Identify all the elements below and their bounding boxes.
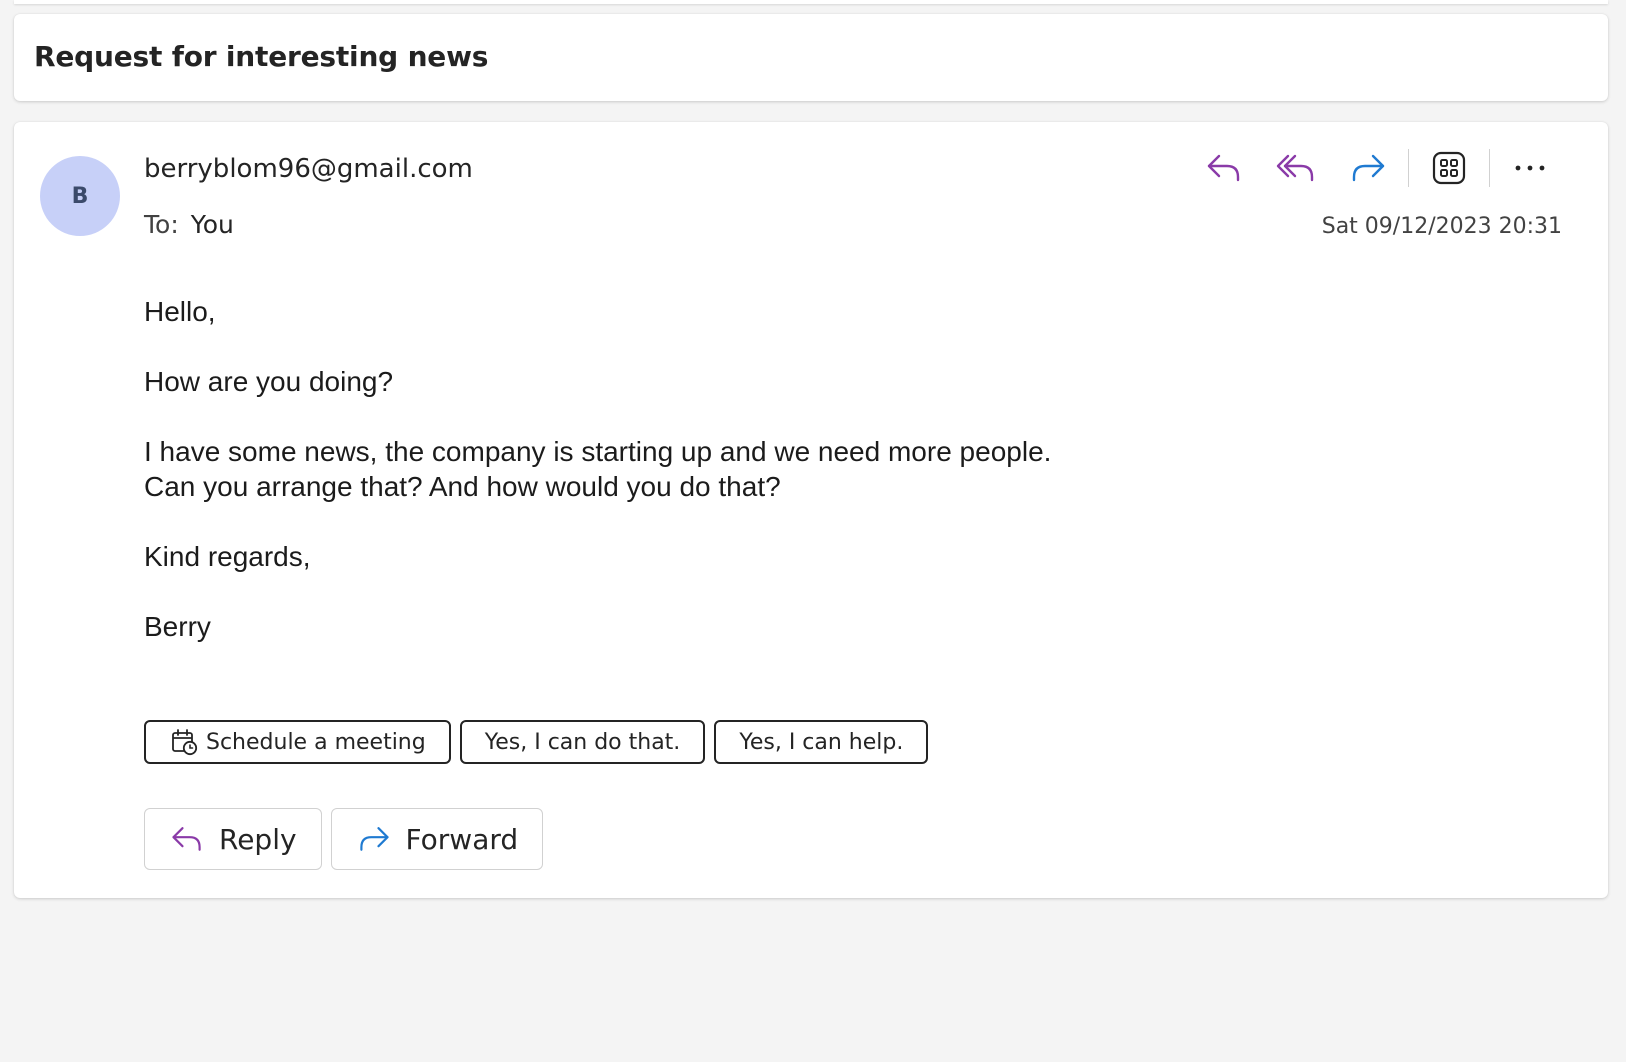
body-line: I have some news, the company is startin… <box>144 436 1052 467</box>
body-paragraph: Kind regards, <box>144 541 311 572</box>
apps-button[interactable] <box>1423 144 1475 192</box>
reply-all-button[interactable] <box>1270 144 1322 192</box>
reply-action-button[interactable]: Reply <box>144 808 322 870</box>
forward-button[interactable] <box>1342 144 1394 192</box>
more-icon <box>1515 165 1545 171</box>
message-card: B berryblom96@gmail.com To: You Sat 09/12… <box>14 122 1608 898</box>
chip-label: Yes, I can help. <box>739 729 904 755</box>
body-paragraph: Berry <box>144 611 211 642</box>
forward-action-button[interactable]: Forward <box>330 808 544 870</box>
apps-icon <box>1432 151 1466 185</box>
recipient-line: To: You <box>144 210 234 239</box>
body-paragraph: How are you doing? <box>144 366 394 397</box>
calendar-clock-icon <box>170 728 198 756</box>
reply-button[interactable] <box>1198 144 1250 192</box>
message-toolbar <box>1198 144 1556 192</box>
sender-address[interactable]: berryblom96@gmail.com <box>144 154 473 184</box>
body-line: Can you arrange that? And how would you … <box>144 471 781 502</box>
forward-icon <box>1352 154 1385 182</box>
message-body: Hello, How are you doing? I have some ne… <box>144 294 1444 644</box>
reply-icon <box>1207 154 1240 182</box>
schedule-meeting-chip[interactable]: Schedule a meeting <box>144 720 451 764</box>
forward-label: Forward <box>405 822 519 856</box>
avatar-initial: B <box>71 183 89 209</box>
timestamp: Sat 09/12/2023 20:31 <box>1321 214 1562 239</box>
avatar[interactable]: B <box>40 156 120 236</box>
reply-all-icon <box>1276 154 1314 182</box>
previous-message-edge <box>14 0 1608 4</box>
to-label: To: <box>144 210 179 239</box>
subject-header: Request for interesting news <box>14 14 1608 101</box>
toolbar-divider <box>1489 149 1490 187</box>
toolbar-divider <box>1408 149 1409 187</box>
recipient-name[interactable]: You <box>191 210 234 239</box>
body-paragraph: Hello, <box>144 296 216 327</box>
email-subject: Request for interesting news <box>34 40 489 73</box>
more-options-button[interactable] <box>1504 144 1556 192</box>
reply-actions: Reply Forward <box>144 808 552 870</box>
reply-label: Reply <box>219 822 297 856</box>
forward-icon <box>356 823 392 855</box>
body-paragraph: I have some news, the company is startin… <box>144 434 1444 504</box>
chip-label: Yes, I can do that. <box>484 729 681 755</box>
suggestion-chip[interactable]: Yes, I can help. <box>714 720 929 764</box>
suggested-replies: Schedule a meeting Yes, I can do that. Y… <box>144 720 937 764</box>
chip-label: Schedule a meeting <box>206 729 426 755</box>
reply-icon <box>169 823 205 855</box>
suggestion-chip[interactable]: Yes, I can do that. <box>459 720 706 764</box>
